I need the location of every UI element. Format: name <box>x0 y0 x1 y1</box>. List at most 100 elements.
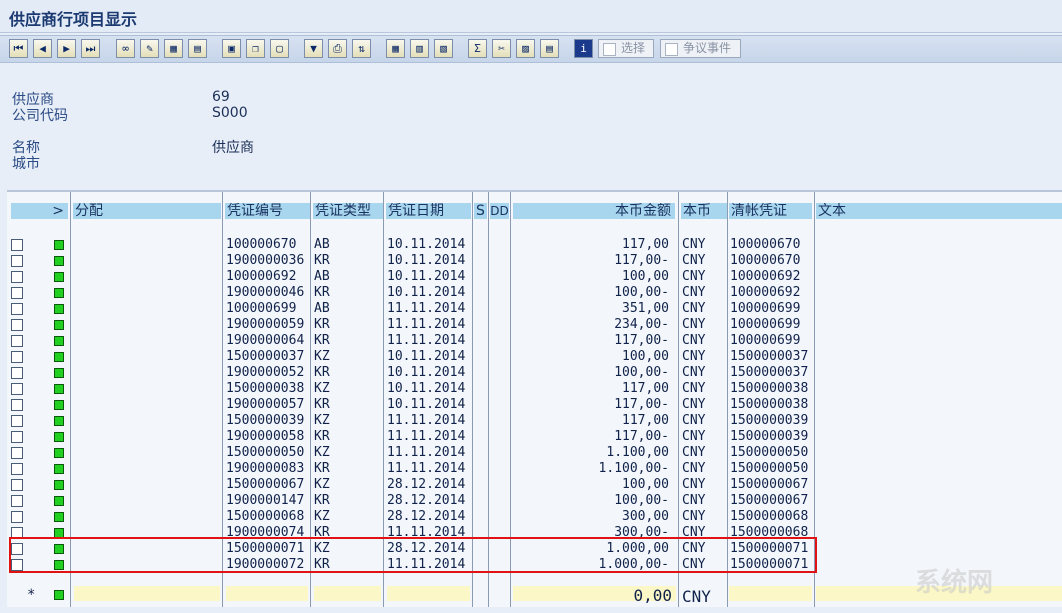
doc-no-cell[interactable]: 1900000046 <box>226 285 304 301</box>
table-row[interactable]: 100000692 AB 10.11.2014 100,00 CNY 100000692 <box>7 269 1062 285</box>
row-select-checkbox[interactable] <box>11 495 23 507</box>
table-row[interactable]: 1900000059 KR 11.11.2014 234,00- CNY 10000069… <box>7 317 1062 333</box>
clearing-doc-cell[interactable]: 100000670 <box>730 237 800 253</box>
table-row[interactable]: 1900000064 KR 11.11.2014 117,00- CNY 10000069… <box>7 333 1062 349</box>
clearing-doc-cell[interactable]: 1500000067 <box>730 493 808 509</box>
doc-no-cell[interactable]: 1900000147 <box>226 493 304 509</box>
doc-no-cell[interactable]: 1500000038 <box>226 381 304 397</box>
table-row[interactable]: 1900000147 KR 28.12.2014 100,00- CNY 15000000… <box>7 493 1062 509</box>
dispute-case-button[interactable]: 争议事件 <box>660 39 741 58</box>
col-header-doc-type[interactable]: 凭证类型 <box>313 203 383 219</box>
col-header-currency[interactable]: 本币 <box>681 203 727 219</box>
change-layout-icon[interactable]: ▤ <box>188 39 207 58</box>
clearing-doc-cell[interactable]: 1500000037 <box>730 349 808 365</box>
clearing-doc-cell[interactable]: 1500000038 <box>730 381 808 397</box>
doc-no-cell[interactable]: 100000699 <box>226 301 296 317</box>
clearing-doc-cell[interactable]: 100000699 <box>730 317 800 333</box>
clearing-doc-cell[interactable]: 1500000067 <box>730 477 808 493</box>
doc-no-cell[interactable]: 100000692 <box>226 269 296 285</box>
info-icon[interactable]: i <box>574 39 593 58</box>
clearing-doc-cell[interactable]: 1500000050 <box>730 445 808 461</box>
row-select-checkbox[interactable] <box>11 415 23 427</box>
col-header-clearing[interactable]: 清帐凭证 <box>729 203 812 219</box>
table-row[interactable]: 1500000068 KZ 28.12.2014 300,00 CNY 150000006… <box>7 509 1062 525</box>
first-page-icon[interactable]: ⏮ <box>9 39 28 58</box>
table-view-icon[interactable]: ▦ <box>386 39 405 58</box>
doc-no-cell[interactable]: 1900000059 <box>226 317 304 333</box>
row-select-checkbox[interactable] <box>11 271 23 283</box>
table-row[interactable]: 1900000083 KR 11.11.2014 1.100,00- CNY 150000… <box>7 461 1062 477</box>
col-header-amount[interactable]: 本币金额 <box>513 203 675 219</box>
filter-icon[interactable]: ▼ <box>304 39 323 58</box>
table-row[interactable]: 1900000036 KR 10.11.2014 117,00- CNY 10000067… <box>7 253 1062 269</box>
row-select-checkbox[interactable] <box>11 383 23 395</box>
doc-no-cell[interactable]: 1500000050 <box>226 445 304 461</box>
clearing-doc-cell[interactable]: 100000670 <box>730 253 800 269</box>
select-button[interactable]: 选择 <box>598 39 654 58</box>
next-page-icon[interactable]: ▶ <box>57 39 76 58</box>
row-select-checkbox[interactable] <box>11 239 23 251</box>
table-row[interactable]: 1900000052 KR 10.11.2014 100,00- CNY 15000000… <box>7 365 1062 381</box>
clearing-doc-cell[interactable]: 100000699 <box>730 301 800 317</box>
choose-detail-icon[interactable]: ∞ <box>116 39 135 58</box>
print-icon[interactable]: ⎙ <box>328 39 347 58</box>
row-select-checkbox[interactable] <box>11 255 23 267</box>
col-header-dd[interactable]: DD <box>490 203 509 219</box>
table-row[interactable]: 1500000050 KZ 11.11.2014 1.100,00 CNY 1500000… <box>7 445 1062 461</box>
row-select-checkbox[interactable] <box>11 335 23 347</box>
clearing-doc-cell[interactable]: 1500000050 <box>730 461 808 477</box>
columns-icon[interactable]: ▥ <box>410 39 429 58</box>
clearing-doc-cell[interactable]: 100000692 <box>730 285 800 301</box>
clearing-doc-cell[interactable]: 1500000038 <box>730 397 808 413</box>
table-row[interactable]: 100000699 AB 11.11.2014 351,00 CNY 100000699 <box>7 301 1062 317</box>
doc-no-cell[interactable]: 1900000058 <box>226 429 304 445</box>
col-header-s[interactable]: S <box>474 203 487 219</box>
row-select-checkbox[interactable] <box>11 319 23 331</box>
clearing-doc-cell[interactable]: 1500000039 <box>730 429 808 445</box>
abc-analysis-icon[interactable]: ▤ <box>540 39 559 58</box>
copy-icon[interactable]: ❐ <box>246 39 265 58</box>
graphic-icon[interactable]: ▨ <box>516 39 535 58</box>
table-row[interactable]: 1900000057 KR 10.11.2014 117,00- CNY 15000000… <box>7 397 1062 413</box>
print-preview-icon[interactable]: ▢ <box>270 39 289 58</box>
row-select-checkbox[interactable] <box>11 399 23 411</box>
doc-no-cell[interactable]: 1500000039 <box>226 413 304 429</box>
table-row[interactable]: 1900000046 KR 10.11.2014 100,00- CNY 10000069… <box>7 285 1062 301</box>
col-header-doc-date[interactable]: 凭证日期 <box>386 203 471 219</box>
clearing-doc-cell[interactable]: 1500000068 <box>730 509 808 525</box>
row-select-checkbox[interactable] <box>11 463 23 475</box>
doc-no-cell[interactable]: 1500000037 <box>226 349 304 365</box>
row-select-checkbox[interactable] <box>11 303 23 315</box>
previous-page-icon[interactable]: ◀ <box>33 39 52 58</box>
col-header-doc-no[interactable]: 凭证编号 <box>225 203 310 219</box>
row-select-checkbox[interactable] <box>11 447 23 459</box>
col-header-assignment[interactable]: 分配 <box>73 203 221 219</box>
document-display-icon[interactable]: ▣ <box>222 39 241 58</box>
table-row[interactable]: 1500000037 KZ 10.11.2014 100,00 CNY 150000003… <box>7 349 1062 365</box>
doc-no-cell[interactable]: 1900000083 <box>226 461 304 477</box>
clearing-doc-cell[interactable]: 1500000037 <box>730 365 808 381</box>
row-select-checkbox[interactable] <box>11 367 23 379</box>
col-header-select[interactable]: > <box>11 203 68 219</box>
clearing-doc-cell[interactable]: 1500000039 <box>730 413 808 429</box>
table-row[interactable]: 100000670 AB 10.11.2014 117,00 CNY 100000670 <box>7 237 1062 253</box>
sort-icon[interactable]: ⇅ <box>352 39 371 58</box>
export-icon[interactable]: ✂ <box>492 39 511 58</box>
table-row[interactable]: 1500000039 KZ 11.11.2014 117,00 CNY 150000003… <box>7 413 1062 429</box>
clearing-doc-cell[interactable]: 100000699 <box>730 333 800 349</box>
table-row[interactable]: 1900000058 KR 11.11.2014 117,00- CNY 15000000… <box>7 429 1062 445</box>
table-row[interactable]: 1500000067 KZ 28.12.2014 100,00 CNY 150000006… <box>7 477 1062 493</box>
row-select-checkbox[interactable] <box>11 287 23 299</box>
row-select-checkbox[interactable] <box>11 479 23 491</box>
select-layout-icon[interactable]: ▦ <box>164 39 183 58</box>
doc-no-cell[interactable]: 100000670 <box>226 237 296 253</box>
last-page-icon[interactable]: ⏭ <box>81 39 100 58</box>
doc-no-cell[interactable]: 1900000064 <box>226 333 304 349</box>
doc-no-cell[interactable]: 1500000068 <box>226 509 304 525</box>
sum-icon[interactable]: Σ <box>468 39 487 58</box>
row-select-checkbox[interactable] <box>11 431 23 443</box>
edit-icon[interactable]: ✎ <box>140 39 159 58</box>
doc-no-cell[interactable]: 1900000052 <box>226 365 304 381</box>
doc-no-cell[interactable]: 1900000057 <box>226 397 304 413</box>
table-row[interactable]: 1500000038 KZ 10.11.2014 117,00 CNY 150000003… <box>7 381 1062 397</box>
